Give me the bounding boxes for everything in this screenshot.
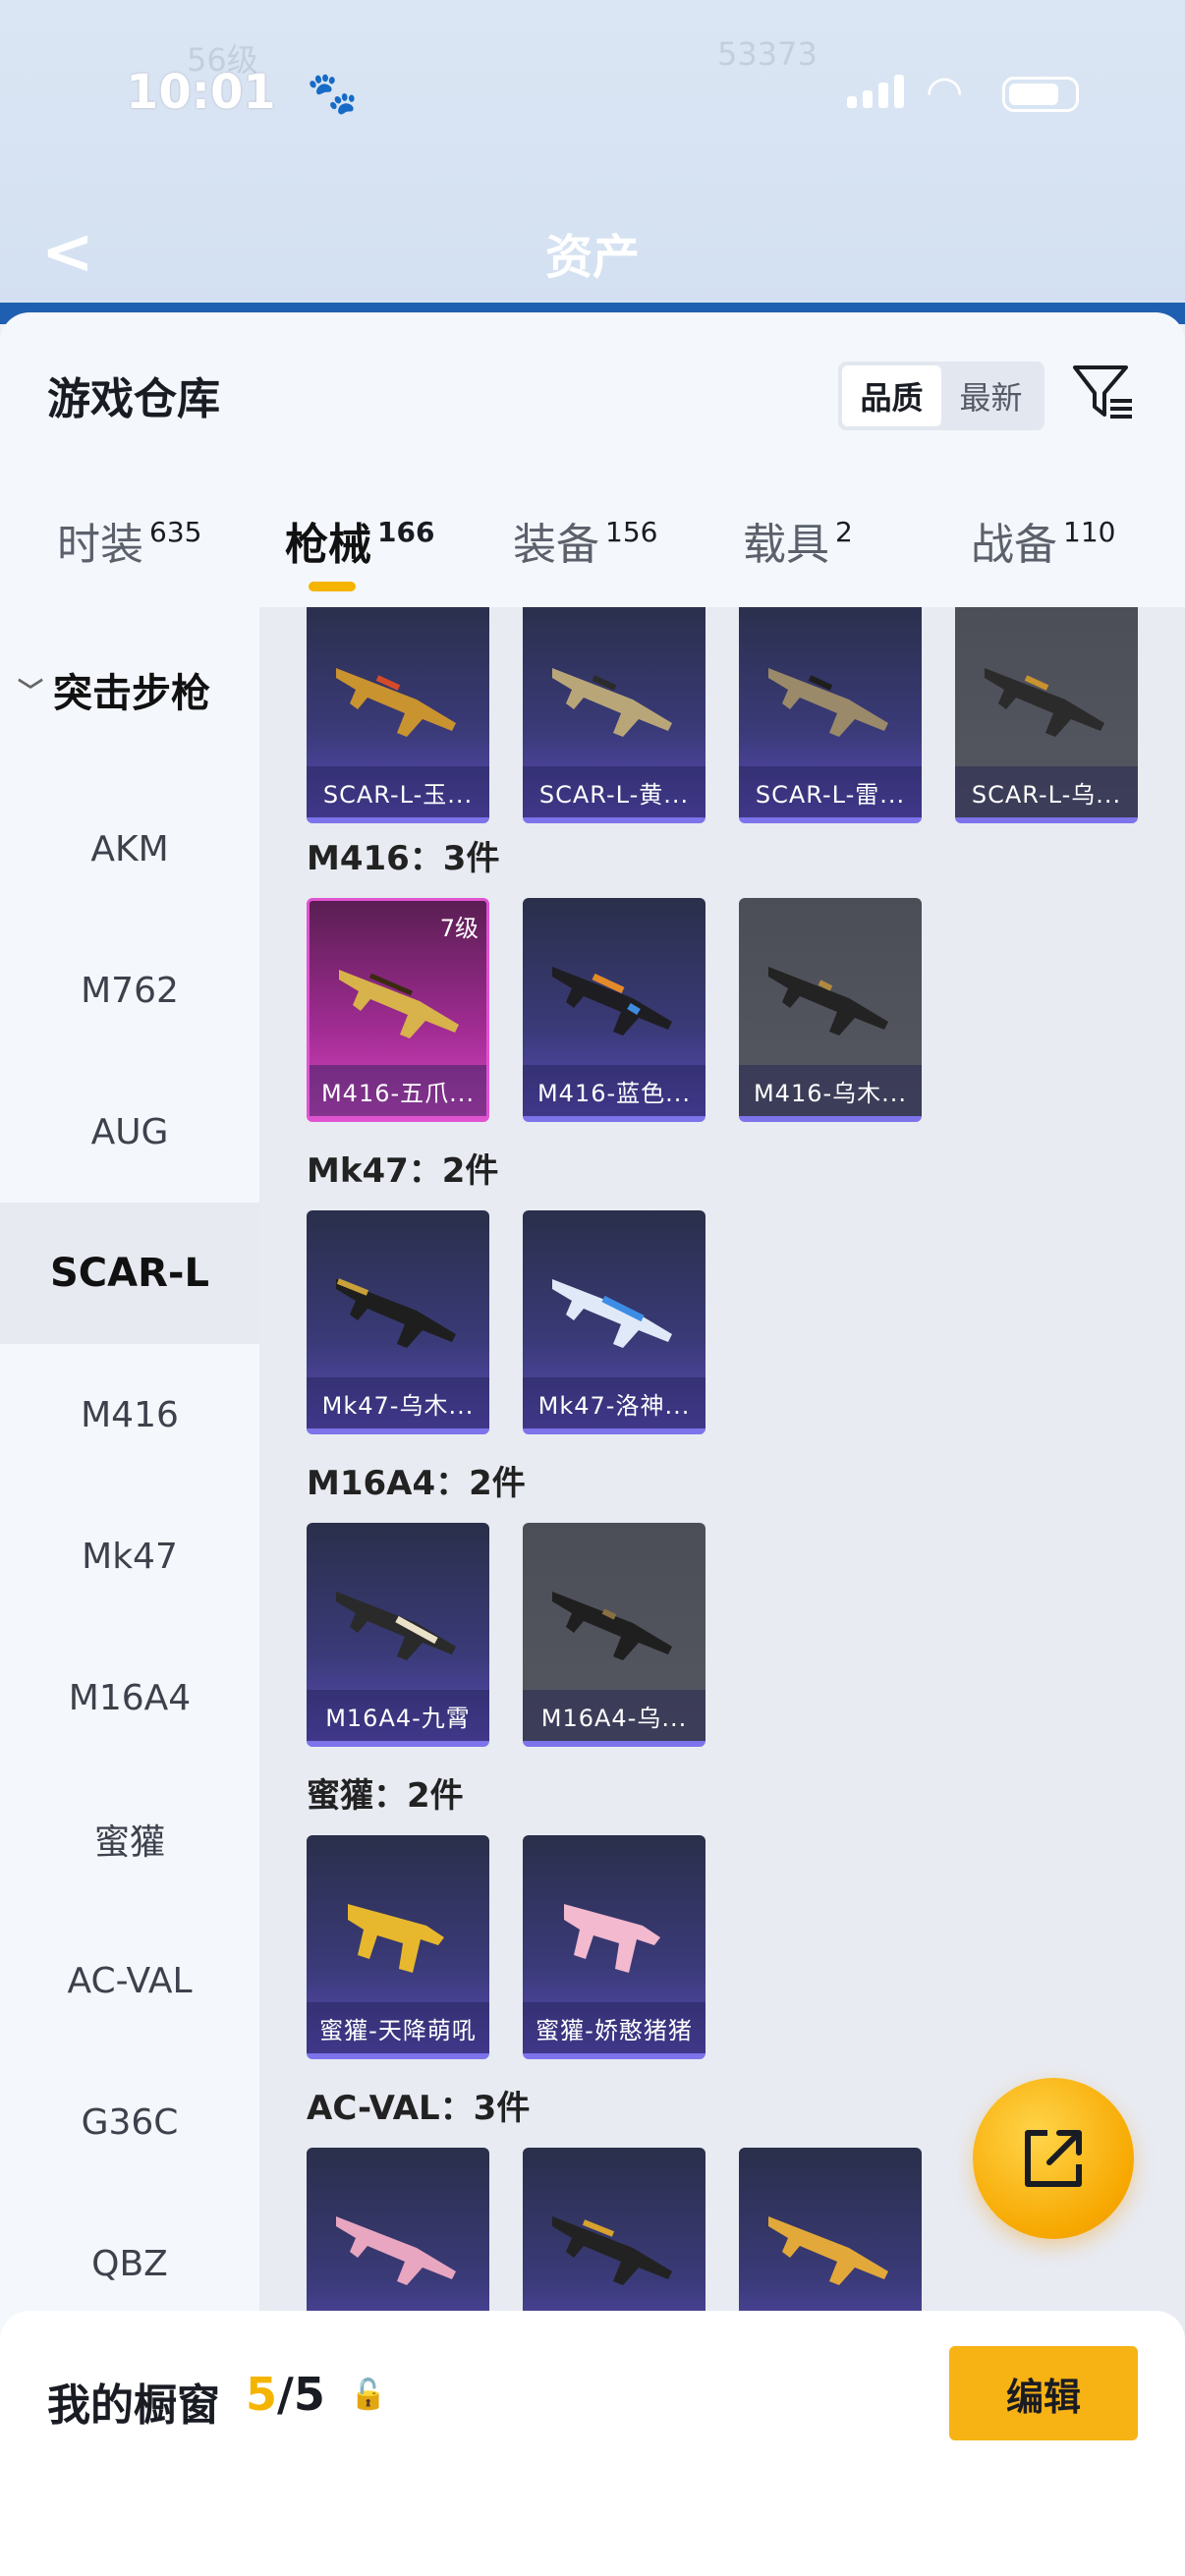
- sort-quality-button[interactable]: 品质: [842, 365, 941, 426]
- share-button[interactable]: [973, 2078, 1134, 2239]
- weapon-card-name: M16A4-乌...: [523, 1690, 705, 1741]
- weapon-card-name: M416-乌木...: [739, 1065, 922, 1116]
- rifle-icon: [552, 2216, 672, 2285]
- sort-toggle: 品质 最新: [838, 362, 1044, 430]
- weapon-card-name: SCAR-L-黄...: [523, 766, 705, 817]
- chevron-down-icon: ﹀: [18, 677, 44, 707]
- rifle-icon: [336, 2216, 456, 2285]
- weapon-card-name: M416-蓝色...: [523, 1065, 705, 1116]
- rifle-icon: [552, 1592, 672, 1660]
- weapon-card[interactable]: SCAR-L-雷...: [739, 607, 922, 823]
- weapon-card-name: M16A4-九霄: [307, 1690, 489, 1741]
- showcase-label: 我的橱窗: [47, 2380, 220, 2431]
- weapon-sidebar: ﹀ 突击步枪 AKM M762 AUG SCAR-L M416 Mk47 M16…: [0, 607, 259, 2576]
- weapon-card-name: 蜜獾-天降萌吼: [307, 2002, 489, 2053]
- rifle-icon: [768, 2216, 888, 2285]
- showcase-bar: 我的橱窗 5/5 🔓 编辑: [0, 2311, 1185, 2576]
- sidebar-group-assault-rifles[interactable]: ﹀ 突击步枪: [18, 661, 210, 718]
- rifle-icon: [768, 967, 888, 1036]
- weapon-card-name: SCAR-L-乌...: [955, 766, 1138, 817]
- weapon-card[interactable]: 7级 M416-五爪...: [307, 898, 489, 1122]
- tab-equipment[interactable]: 装备 156: [513, 509, 657, 572]
- rifle-icon: [552, 967, 672, 1036]
- warehouse-title: 游戏仓库: [47, 374, 220, 424]
- background-header: 56级 53373 10:01 🐾 ◠ < 资产: [0, 0, 1185, 324]
- header-title: 资产: [545, 230, 641, 285]
- filter-icon[interactable]: [1071, 360, 1136, 424]
- weapon-card-name: Mk47-乌木...: [307, 1377, 489, 1428]
- active-tab-indicator: [309, 582, 356, 591]
- wifi-icon: ◠: [926, 67, 964, 117]
- weapon-card[interactable]: SCAR-L-黄...: [523, 607, 705, 823]
- weapon-grid: SCAR-L-玉... SCAR-L-黄... SCAR-L-雷... SCAR…: [259, 607, 1185, 2576]
- weapon-card[interactable]: SCAR-L-玉...: [307, 607, 489, 823]
- smg-icon: [348, 1904, 444, 1973]
- weapon-card[interactable]: M16A4-九霄: [307, 1523, 489, 1747]
- rifle-icon: [339, 970, 459, 1038]
- sidebar-group-label: 突击步枪: [53, 671, 211, 716]
- weapon-card-name: M416-五爪...: [310, 1065, 486, 1116]
- sidebar-item-m416[interactable]: M416: [0, 1344, 259, 1485]
- weapon-card[interactable]: M16A4-乌...: [523, 1523, 705, 1747]
- group-label-m416: M416：3件: [307, 839, 500, 878]
- tab-guns[interactable]: 枪械 166: [285, 509, 434, 572]
- sidebar-item-aug[interactable]: AUG: [0, 1061, 259, 1203]
- rifle-icon: [552, 668, 672, 737]
- sidebar-item-ac-val[interactable]: AC-VAL: [0, 1910, 259, 2051]
- weapon-card[interactable]: Mk47-洛神...: [523, 1210, 705, 1434]
- category-tabs: 时装 635 枪械 166 装备 156 载具 2 战备 110: [0, 509, 1185, 607]
- rifle-icon: [336, 1278, 456, 1348]
- group-label-honey-badger: 蜜獾：2件: [307, 1776, 464, 1816]
- sidebar-item-g36c[interactable]: G36C: [0, 2051, 259, 2193]
- showcase-count: 5/5: [246, 2368, 325, 2421]
- smg-icon: [564, 1904, 660, 1973]
- sidebar-item-m762[interactable]: M762: [0, 920, 259, 1061]
- weapon-card[interactable]: 蜜獾-天降萌吼: [307, 1835, 489, 2059]
- weapon-card[interactable]: Mk47-乌木...: [307, 1210, 489, 1434]
- group-label-mk47: Mk47：2件: [307, 1151, 499, 1191]
- warehouse-sheet: 游戏仓库 品质 最新 时装 635 枪械 166 装备 156 载具 2 战备 110 ﹀…: [0, 312, 1185, 2576]
- weapon-card[interactable]: 蜜獾-娇憨猪猪: [523, 1835, 705, 2059]
- rifle-icon: [552, 1279, 672, 1348]
- back-button[interactable]: <: [41, 216, 94, 289]
- status-bar: 10:01 🐾 ◠: [0, 59, 1185, 128]
- weapon-card-name: 蜜獾-娇憨猪猪: [523, 2002, 705, 2053]
- tab-vehicles[interactable]: 载具 2: [743, 509, 853, 572]
- edit-button[interactable]: 编辑: [949, 2346, 1138, 2440]
- group-label-m16a4: M16A4：2件: [307, 1464, 526, 1503]
- sidebar-item-akm[interactable]: AKM: [0, 778, 259, 920]
- sidebar-item-m16a4[interactable]: M16A4: [0, 1627, 259, 1768]
- weapon-level-badge: 7级: [439, 915, 479, 942]
- rifle-icon: [336, 668, 456, 737]
- battery-icon: [1002, 77, 1079, 112]
- signal-icon: [847, 75, 906, 108]
- tab-fashion[interactable]: 时装 635: [57, 509, 201, 572]
- weapon-card[interactable]: M416-乌木...: [739, 898, 922, 1122]
- tab-supplies[interactable]: 战备 110: [971, 509, 1115, 572]
- rifle-icon: [768, 668, 888, 737]
- status-time: 10:01: [126, 65, 276, 120]
- paw-icon: 🐾: [307, 69, 359, 117]
- weapon-card-name: Mk47-洛神...: [523, 1377, 705, 1428]
- weapon-card-name: SCAR-L-玉...: [307, 766, 489, 817]
- weapon-card[interactable]: M416-蓝色...: [523, 898, 705, 1122]
- sidebar-item-mk47[interactable]: Mk47: [0, 1485, 259, 1627]
- lock-icon: 🔓: [350, 2378, 387, 2412]
- share-icon: [1025, 2130, 1082, 2187]
- rifle-icon: [336, 1592, 456, 1660]
- group-label-ac-val: AC-VAL：3件: [307, 2089, 531, 2128]
- weapon-card-name: SCAR-L-雷...: [739, 766, 922, 817]
- sidebar-item-scar-l[interactable]: SCAR-L: [0, 1203, 259, 1344]
- rifle-icon: [985, 668, 1104, 737]
- sort-newest-button[interactable]: 最新: [941, 365, 1041, 426]
- weapon-card[interactable]: SCAR-L-乌...: [955, 607, 1138, 823]
- sidebar-item-honey-badger[interactable]: 蜜獾: [0, 1768, 259, 1910]
